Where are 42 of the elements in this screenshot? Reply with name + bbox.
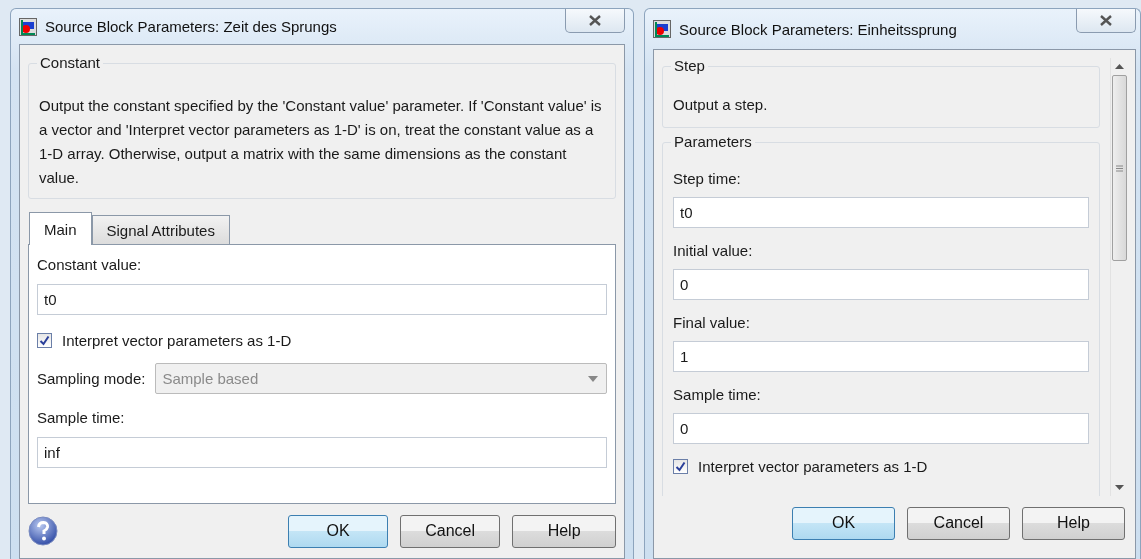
scroll-thumb[interactable]	[1111, 75, 1127, 261]
dialog-button[interactable]: Help	[1022, 506, 1125, 540]
field-label: Initial value:	[673, 241, 754, 261]
input-field[interactable]: 1	[673, 341, 1089, 372]
dialog-button[interactable]: Help	[512, 514, 617, 548]
dialog-button[interactable]: OK	[792, 506, 895, 540]
tab[interactable]: Signal Attributes	[91, 215, 230, 244]
dialog-button[interactable]: OK	[288, 514, 389, 548]
description-text: Output the constant specified by the 'Constant value' parameter. If 'Constant value' is a vector and 'Interpret vector parameters as 1-D' is on, treat the constant value as a 1-D array. Otherwise, output a matrix with the same dimensions as the constant value.	[39, 96, 603, 188]
field-label: Constant value:	[37, 255, 143, 275]
close-icon	[588, 15, 603, 26]
close-button[interactable]	[1076, 9, 1136, 33]
window-title: Source Block Parameters: Einheitssprung	[679, 20, 958, 38]
block-icon	[19, 17, 37, 36]
close-button[interactable]	[565, 9, 626, 33]
scroll-up-icon[interactable]	[1114, 64, 1124, 69]
field-label: Sample time:	[37, 408, 126, 428]
field-label: Sampling mode:	[37, 370, 146, 387]
field-label: Sample time:	[673, 385, 762, 405]
caret-icon	[588, 375, 599, 382]
input-field[interactable]: t0	[37, 284, 608, 315]
checkbox-label: Interpret vector parameters as 1-D	[62, 331, 292, 349]
checkbox[interactable]	[673, 458, 689, 474]
description-text: Output a step.	[673, 95, 769, 115]
field-label: Final value:	[673, 313, 751, 333]
close-icon	[1099, 15, 1113, 26]
help-icon[interactable]	[28, 516, 58, 546]
grip-icon	[1115, 164, 1123, 172]
dialog-button[interactable]: Cancel	[400, 514, 501, 548]
input-field[interactable]: inf	[37, 437, 608, 468]
checkbox[interactable]	[37, 332, 52, 348]
input-field[interactable]: t0	[673, 197, 1089, 228]
input-field[interactable]: 0	[673, 413, 1089, 444]
input-field[interactable]: 0	[673, 269, 1089, 300]
checkbox-label: Interpret vector parameters as 1-D	[698, 457, 928, 475]
field-label: Step time:	[673, 169, 742, 189]
scroll-down-icon[interactable]	[1114, 485, 1124, 490]
dialog-button[interactable]: Cancel	[907, 506, 1010, 540]
block-icon	[653, 20, 672, 38]
group-label: Step	[671, 58, 708, 75]
tab[interactable]: Main	[29, 212, 92, 245]
window-title: Source Block Parameters: Zeit des Sprungs	[45, 18, 338, 35]
